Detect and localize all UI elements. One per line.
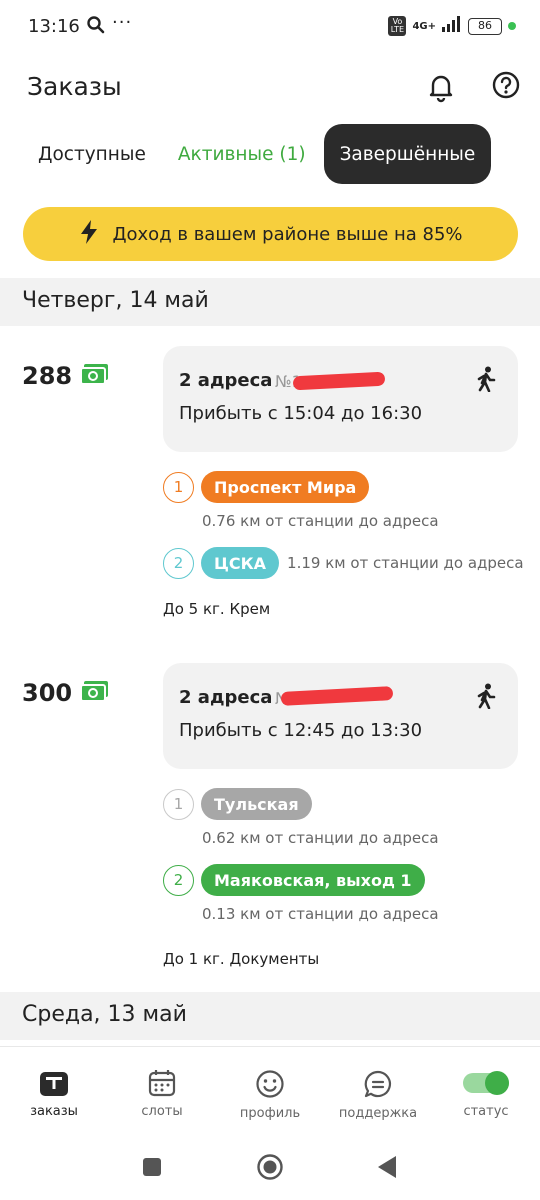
stop-distance: 0.62 км от станции до адреса [202,829,439,847]
smiley-icon [255,1070,285,1103]
back-button[interactable] [377,1155,397,1183]
page-title: Заказы [27,72,122,101]
money-icon [80,362,110,392]
day-label: Среда, 13 май [22,1002,187,1027]
status-time: 13:16 [28,16,80,37]
stop-distance: 0.76 км от станции до адреса [202,512,439,530]
nav-label: поддержка [338,1106,418,1121]
volte-icon: Vo LTE [388,16,407,36]
more-dots: ··· [112,12,133,33]
arrival-window: Прибыть с 12:45 до 13:30 [179,720,423,741]
stop-2: 2 Маяковская, выход 1 [163,863,425,897]
cargo-info: До 5 кг. Крем [163,600,271,618]
arrival-window: Прибыть с 15:04 до 16:30 [179,403,423,424]
nav-label: заказы [30,1104,78,1119]
home-button[interactable] [256,1153,284,1185]
system-navigation [0,1136,540,1200]
orders-icon [39,1072,69,1101]
redaction-mark [292,371,386,391]
tab-completed[interactable]: Завершённые [323,124,492,184]
battery-icon: 86 [468,17,502,35]
chat-icon [363,1070,393,1103]
station-pill: Тульская [201,788,312,820]
help-button[interactable] [491,70,525,104]
station-pill: Проспект Мира [201,471,370,503]
redaction-mark [280,686,394,706]
station-pill: Маяковская, выход 1 [201,864,425,896]
stop-number: 1 [163,788,194,820]
bottom-navigation: заказы слоты профиль поддержка статус [0,1046,540,1136]
station-pill: ЦСКА [201,547,280,579]
order-card[interactable]: 2 адреса №1 Прибыть с 15:04 до 16:30 [163,346,518,452]
day-header: Среда, 13 май [0,992,540,1040]
signal-icon [442,16,462,36]
nav-profile[interactable]: профиль [220,1069,320,1121]
bell-icon [424,75,458,108]
nav-label: профиль [239,1106,301,1121]
stop-1: 1 Проспект Мира [163,470,370,504]
nav-status[interactable]: статус [436,1069,536,1119]
stop-number: 2 [163,547,194,579]
walking-icon [475,366,497,396]
recents-button[interactable] [142,1157,162,1181]
search-icon [86,15,106,39]
status-dot-icon [508,22,516,30]
toggle-icon[interactable] [462,1071,510,1101]
day-label: Четверг, 14 май [22,288,209,313]
day-header: Четверг, 14 май [0,278,540,326]
nav-label: статус [463,1104,509,1119]
calendar-icon [148,1070,176,1101]
tab-available[interactable]: Доступные [22,124,162,184]
walking-icon [475,683,497,713]
stop-2: 2 ЦСКА 1.19 км от станции до адреса [163,546,524,580]
nav-label: слоты [141,1104,183,1119]
network-type: 4G+ [412,20,436,32]
money-icon [80,679,110,709]
nav-support[interactable]: поддержка [328,1069,428,1121]
income-banner[interactable]: Доход в вашем районе выше на 85% [23,207,518,261]
nav-slots[interactable]: слоты [112,1069,212,1119]
stop-1: 1 Тульская [163,787,312,821]
order-price: 288 [22,362,73,390]
order-price: 300 [22,679,73,707]
address-count: 2 адреса [179,687,273,708]
tab-active[interactable]: Активные (1) [162,124,322,184]
stop-distance: 1.19 км от станции до адреса [287,554,524,572]
nav-orders[interactable]: заказы [4,1069,104,1119]
notifications-button[interactable] [424,70,458,104]
order-tabs: Доступные Активные (1) Завершённые [22,124,492,184]
stop-number: 1 [163,471,194,503]
order-card[interactable]: 2 адреса № Прибыть с 12:45 до 13:30 [163,663,518,769]
stop-number: 2 [163,864,194,896]
cargo-info: До 1 кг. Документы [163,950,320,968]
address-count: 2 адреса [179,370,273,391]
stop-distance: 0.13 км от станции до адреса [202,905,439,923]
question-icon [491,71,521,104]
lightning-icon [78,219,100,249]
banner-text: Доход в вашем районе выше на 85% [112,223,463,245]
status-bar: 13:16 ··· Vo LTE 4G+ 86 [0,0,540,54]
